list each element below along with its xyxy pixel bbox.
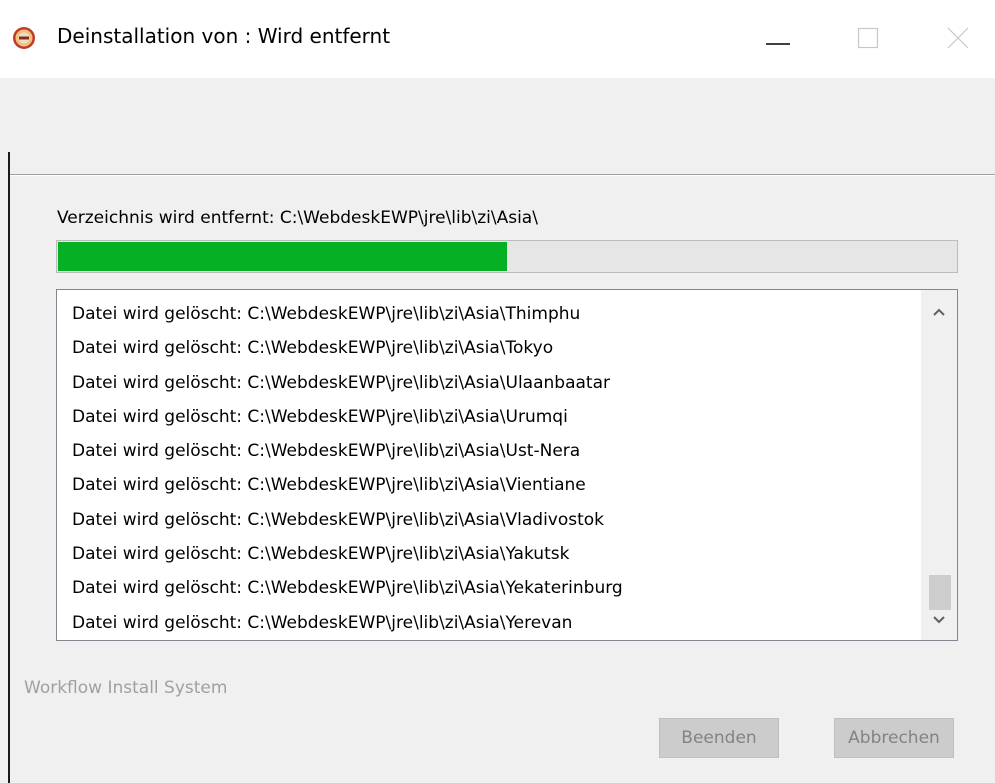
status-label: Verzeichnis wird entfernt: C:\WebdeskEWP… (57, 208, 538, 228)
log-list-item[interactable]: Datei wird gelöscht: C:\WebdeskEWP\jre\l… (72, 331, 912, 365)
log-list-item[interactable]: Datei wird gelöscht: C:\WebdeskEWP\jre\l… (72, 297, 912, 331)
window-title: Deinstallation von : Wird entfernt (57, 24, 391, 48)
chevron-down-icon (933, 616, 945, 624)
progress-bar (56, 240, 958, 273)
window-left-border (8, 152, 10, 783)
header-panel (10, 78, 995, 174)
brand-label: Workflow Install System (24, 678, 228, 698)
header-divider-highlight (10, 175, 995, 176)
log-list-item[interactable]: Datei wird gelöscht: C:\WebdeskEWP\jre\l… (72, 503, 912, 537)
title-bar[interactable]: Deinstallation von : Wird entfernt (0, 0, 995, 78)
installer-app-icon (13, 27, 35, 49)
uninstaller-window: Deinstallation von : Wird entfernt Verze… (0, 0, 995, 783)
log-list-item[interactable]: Datei wird gelöscht: C:\WebdeskEWP\jre\l… (72, 434, 912, 468)
maximize-icon (857, 27, 879, 49)
log-list-item[interactable]: Datei wird gelöscht: C:\WebdeskEWP\jre\l… (72, 468, 912, 502)
log-items: Datei wird gelöscht: C:\WebdeskEWP\jre\l… (72, 297, 912, 640)
chevron-up-icon (933, 308, 945, 316)
scroll-up-button[interactable] (921, 294, 957, 330)
finish-button[interactable]: Beenden (659, 718, 779, 758)
close-icon (947, 27, 969, 49)
maximize-button[interactable] (838, 18, 898, 58)
log-list-item[interactable]: Datei wird gelöscht: C:\WebdeskEWP\jre\l… (72, 537, 912, 571)
log-list-item[interactable]: Datei wird gelöscht: C:\WebdeskEWP\jre\l… (72, 366, 912, 400)
progress-fill (58, 242, 507, 271)
vertical-scrollbar[interactable] (921, 290, 957, 640)
minimize-button[interactable] (748, 18, 808, 58)
log-list-item[interactable]: Datei wird gelöscht: C:\WebdeskEWP\jre\l… (72, 606, 912, 640)
cancel-button[interactable]: Abbrechen (834, 718, 954, 758)
scroll-down-button[interactable] (921, 602, 957, 638)
log-list-item[interactable]: Datei wird gelöscht: C:\WebdeskEWP\jre\l… (72, 571, 912, 605)
minimize-icon (766, 43, 790, 45)
details-log-list[interactable]: Datei wird gelöscht: C:\WebdeskEWP\jre\l… (56, 289, 958, 641)
log-list-item[interactable]: Datei wird gelöscht: C:\WebdeskEWP\jre\l… (72, 400, 912, 434)
close-button[interactable] (928, 18, 988, 58)
